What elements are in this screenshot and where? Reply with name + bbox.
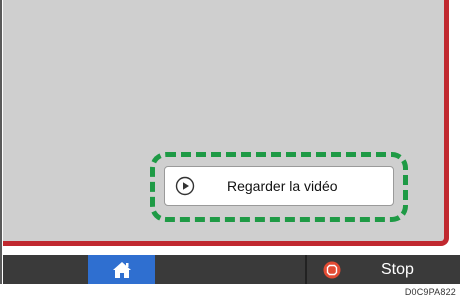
left-edge: [0, 0, 2, 284]
stop-label: Stop: [381, 260, 414, 278]
figure-id: D0C9PA822: [404, 287, 456, 297]
stop-icon: [323, 261, 341, 278]
home-button[interactable]: [88, 255, 155, 284]
stop-button[interactable]: Stop: [307, 255, 460, 284]
watch-video-label: Regarder la vidéo: [227, 178, 338, 194]
panel-frame: Regarder la vidéo Stop D0C9PA822: [0, 0, 460, 300]
watch-video-button[interactable]: Regarder la vidéo: [164, 166, 394, 206]
bottom-bar: Stop: [3, 255, 460, 284]
play-circle-icon: [175, 176, 195, 196]
home-icon: [112, 261, 131, 278]
